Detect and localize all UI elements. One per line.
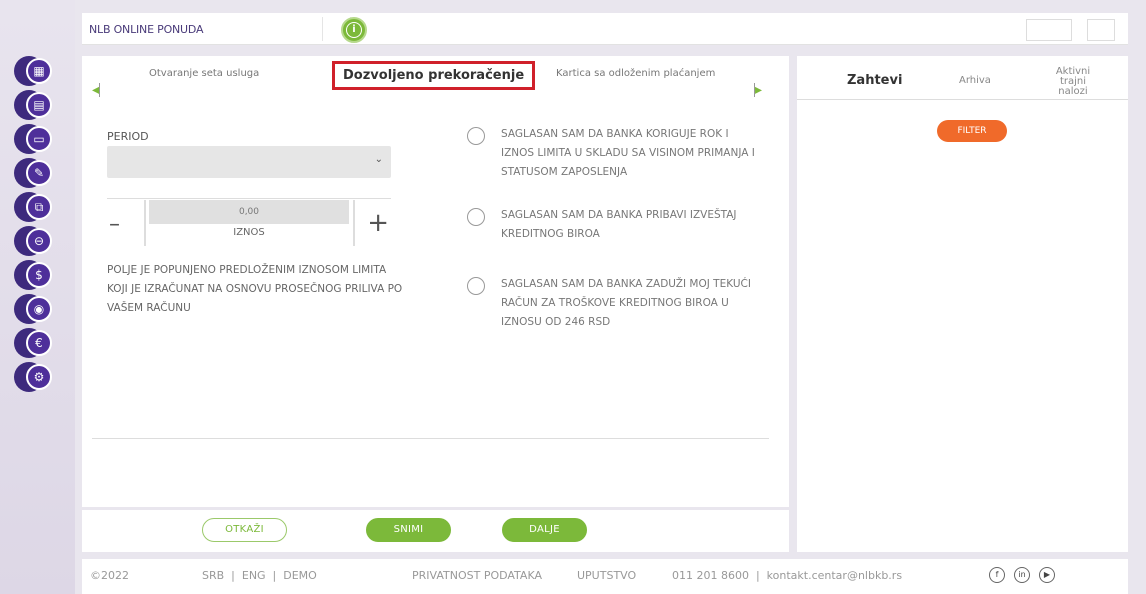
action-bar: OTKAŽI SNIMI DALJE [82, 510, 789, 552]
tab-archive[interactable]: Arhiva [959, 75, 991, 86]
contact-info: 011 201 8600 | kontakt.centar@nlbkb.rs [672, 569, 903, 582]
requests-tabs: Zahtevi Arhiva Aktivni trajni nalozi [797, 56, 1128, 100]
tab-active-orders-line2: nalozi [1058, 86, 1088, 97]
save-button[interactable]: SNIMI [366, 518, 451, 542]
pen-icon: ✎ [26, 160, 52, 186]
amount-note: POLJE JE POPUNJENO PREDLOŽENIM IZNOSOM L… [107, 264, 403, 314]
sidebar-item-locations[interactable]: ◉ [14, 294, 58, 326]
minus-card-icon: ⊖ [26, 228, 52, 254]
tab-deferred-card[interactable]: Kartica sa odloženim plaćanjem [556, 68, 715, 79]
divider [92, 438, 769, 439]
divider [144, 200, 146, 246]
info-button[interactable]: i [341, 17, 367, 43]
settings-icon: ⚙ [26, 364, 52, 390]
product-tabs: ◂ Otvaranje seta usluga Dozvoljeno preko… [82, 56, 789, 102]
cards-icon: ⧉ [26, 194, 52, 220]
consent-radio[interactable] [467, 277, 485, 295]
divider [322, 17, 323, 41]
app-title: NLB ONLINE PONUDA [89, 23, 204, 36]
sidebar-item-charts[interactable]: ▦ [14, 56, 58, 88]
divider [353, 200, 355, 246]
period-label: PERIOD [107, 130, 149, 143]
amount-label: IZNOS [233, 227, 265, 238]
requests-panel: Zahtevi Arhiva Aktivni trajni nalozi FIL… [797, 56, 1128, 552]
privacy-link[interactable]: PRIVATNOST PODATAKA [412, 569, 542, 582]
top-right-box-small[interactable] [1087, 19, 1115, 41]
sidebar-item-settings[interactable]: ⚙ [14, 362, 58, 394]
tab-service-set[interactable]: Otvaranje seta usluga [149, 68, 259, 79]
consent-text: SAGLASAN SAM DA BANKA KORIGUJE ROK I IZN… [501, 128, 755, 178]
youtube-icon[interactable]: ▶ [1039, 567, 1055, 583]
period-select[interactable]: ⌄ [107, 146, 391, 178]
consent-radio[interactable] [467, 208, 485, 226]
footer: ©2022 SRB | ENG | DEMO PRIVATNOST PODATA… [82, 559, 1128, 594]
sidebar-item-overdraft[interactable]: ⊖ [14, 226, 58, 258]
decrement-button[interactable]: – [109, 212, 120, 237]
filter-button[interactable]: FILTER [937, 120, 1007, 142]
cancel-button[interactable]: OTKAŽI [202, 518, 287, 542]
tab-active-orders-line1: Aktivni trajni [1055, 66, 1091, 87]
sidebar-item-cards[interactable]: ▭ [14, 124, 58, 156]
info-icon: i [346, 22, 362, 38]
amount-stepper: – 0,00 IZNOS + [107, 200, 391, 246]
next-button[interactable]: DALJE [502, 518, 587, 542]
top-right-box[interactable] [1026, 19, 1072, 41]
sidebar-item-sign[interactable]: ✎ [14, 158, 58, 190]
increment-button[interactable]: + [367, 208, 389, 238]
prev-tab-arrow[interactable]: ◂ [92, 82, 101, 98]
linkedin-icon[interactable]: in [1014, 567, 1030, 583]
consent-text: SAGLASAN SAM DA BANKA ZADUŽI MOJ TEKUĆI … [501, 278, 751, 328]
divider [107, 198, 391, 199]
main-panel: ◂ Otvaranje seta usluga Dozvoljeno preko… [82, 56, 789, 507]
consent-radio[interactable] [467, 127, 485, 145]
tab-overdraft[interactable]: Dozvoljeno prekoračenje [332, 61, 536, 90]
sidebar: ▦ ▤ ▭ ✎ ⧉ ⊖ $ ◉ € ⚙ [14, 56, 58, 396]
chart-icon: ▦ [26, 58, 52, 84]
euro-icon: € [26, 330, 52, 356]
sidebar-item-accounts[interactable]: ⧉ [14, 192, 58, 224]
copyright: ©2022 [90, 569, 129, 582]
sidebar-item-documents[interactable]: ▤ [14, 90, 58, 122]
guide-link[interactable]: UPUTSTVO [577, 569, 636, 582]
location-pin-icon: ◉ [26, 296, 52, 322]
consent-text: SAGLASAN SAM DA BANKA PRIBAVI IZVEŠTAJ K… [501, 209, 737, 240]
facebook-icon[interactable]: f [989, 567, 1005, 583]
sidebar-item-exchange[interactable]: € [14, 328, 58, 360]
card-icon: ▭ [26, 126, 52, 152]
chevron-down-icon: ⌄ [374, 154, 383, 165]
next-tab-arrow[interactable]: ▸ [754, 82, 762, 98]
tab-requests[interactable]: Zahtevi [847, 73, 902, 88]
sidebar-item-loans[interactable]: $ [14, 260, 58, 292]
amount-input[interactable]: 0,00 [149, 200, 349, 224]
language-switcher[interactable]: SRB | ENG | DEMO [202, 569, 317, 582]
clipboard-icon: ▤ [26, 92, 52, 118]
tab-active-orders[interactable]: Aktivni trajni nalozi [1043, 67, 1103, 97]
dollar-icon: $ [26, 262, 52, 288]
top-bar: NLB ONLINE PONUDA i [82, 13, 1128, 45]
